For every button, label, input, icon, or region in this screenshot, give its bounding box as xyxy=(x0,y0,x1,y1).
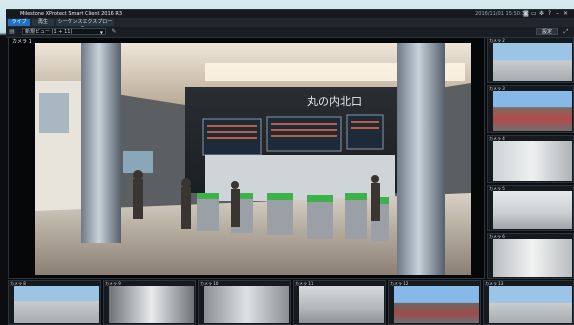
camera-label: カメラ 12 xyxy=(390,281,409,286)
camera-tile[interactable]: カメラ 9 xyxy=(103,280,196,325)
camera-feed xyxy=(493,191,572,229)
camera-tile[interactable]: カメラ 12 xyxy=(388,280,481,325)
camera-feed xyxy=(493,239,572,277)
tab-live[interactable]: ライブ xyxy=(8,19,30,26)
camera-label: カメラ 4 xyxy=(489,136,505,141)
camera-label: カメラ 8 xyxy=(10,281,26,286)
tab-bar: ライブ 再生 シーケンスエクスプローラー xyxy=(6,18,574,32)
station-gate-image: 丸の内北口 xyxy=(35,43,471,275)
camera-label: カメラ 11 xyxy=(295,281,314,286)
camera-label: カメラ 1 xyxy=(12,39,32,45)
camera-feed xyxy=(493,43,572,81)
setup-button[interactable]: 設定 xyxy=(536,28,558,35)
camera-tile[interactable]: カメラ 8 xyxy=(8,280,101,325)
camera-feed xyxy=(299,286,384,323)
view-selector[interactable]: 新規ビュー (1 + 11) ▼ xyxy=(22,28,106,35)
close-icon[interactable]: ✕ xyxy=(563,11,568,17)
camera-tile[interactable]: カメラ 11 xyxy=(293,280,386,325)
camera-label: カメラ 13 xyxy=(485,281,504,286)
tab-sequence-explorer[interactable]: シーケンスエクスプローラー xyxy=(56,19,114,32)
edit-icon[interactable]: ✎ xyxy=(110,28,118,36)
camera-icon[interactable]: ◙ xyxy=(523,11,529,17)
camera-label: カメラ 9 xyxy=(105,281,121,286)
camera-feed xyxy=(14,286,99,323)
app-screen: Milestone XProtect Smart Client 2016 R3 … xyxy=(0,0,574,325)
side-camera-column: カメラ 2 カメラ 3 カメラ 4 カメラ 5 カメラ 6 xyxy=(487,37,574,279)
minimize-icon[interactable]: – xyxy=(555,11,560,17)
camera-feed xyxy=(109,286,194,323)
camera-feed: 丸の内北口 xyxy=(35,43,471,275)
camera-tile[interactable]: カメラ 13 xyxy=(483,280,574,325)
camera-tile[interactable]: カメラ 2 xyxy=(487,37,574,83)
camera-feed xyxy=(489,286,572,323)
camera-label: カメラ 10 xyxy=(200,281,219,286)
main-camera-tile[interactable]: カメラ 1 丸の内北口 xyxy=(8,37,485,279)
chevron-down-icon: ▼ xyxy=(99,30,103,35)
camera-tile[interactable]: カメラ 6 xyxy=(487,233,574,279)
camera-tile[interactable]: カメラ 4 xyxy=(487,135,574,183)
camera-tile[interactable]: カメラ 3 xyxy=(487,85,574,133)
fullscreen-icon[interactable]: ⤢ xyxy=(562,28,570,36)
station-sign: 丸の内北口 xyxy=(307,94,362,108)
monitor-icon[interactable]: ▭ xyxy=(531,11,537,17)
camera-label: カメラ 3 xyxy=(489,86,505,91)
camera-label: カメラ 5 xyxy=(489,186,505,191)
view-name: 新規ビュー (1 + 11) xyxy=(25,29,73,35)
camera-feed xyxy=(204,286,289,323)
camera-tile[interactable]: カメラ 10 xyxy=(198,280,291,325)
camera-label: カメラ 2 xyxy=(489,38,505,43)
camera-feed xyxy=(394,286,479,323)
tab-playback[interactable]: 再生 xyxy=(32,19,54,26)
window-controls: ◙ ▭ ✻ ? – ✕ xyxy=(523,11,568,17)
gear-icon[interactable]: ✻ xyxy=(539,11,544,17)
camera-tile[interactable]: カメラ 5 xyxy=(487,185,574,231)
views-icon[interactable]: ▤ xyxy=(8,28,16,36)
bottom-camera-row: カメラ 8 カメラ 9 カメラ 10 カメラ 11 カメラ 12 カメラ 13 xyxy=(6,280,574,325)
help-icon[interactable]: ? xyxy=(547,11,552,17)
camera-feed xyxy=(493,91,572,131)
camera-label: カメラ 6 xyxy=(489,234,505,239)
camera-feed xyxy=(493,141,572,181)
